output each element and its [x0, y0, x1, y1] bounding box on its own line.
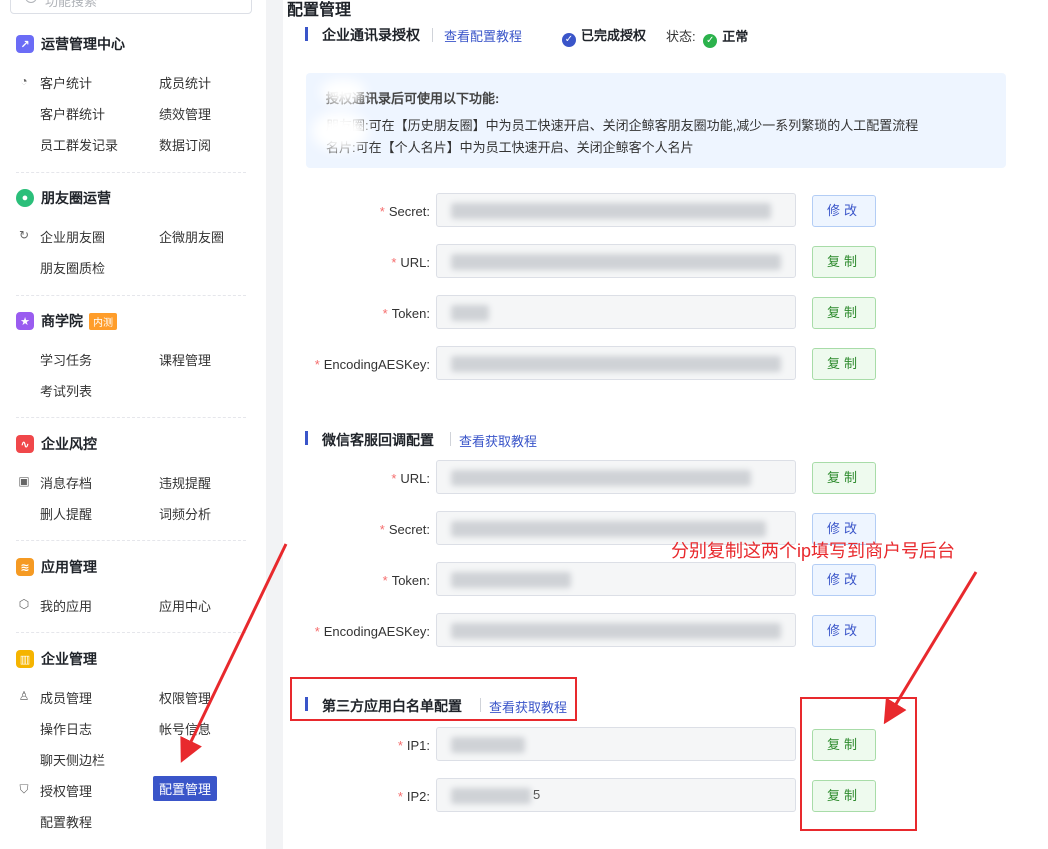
arrow-to-config-mgmt	[180, 543, 288, 763]
page: 功能搜索 ↗ 运营管理中心 ◔ 客户统计 成员统计 客户群统计 绩效管理 员工群…	[0, 0, 1048, 849]
annotation-arrows	[180, 543, 978, 763]
arrow-to-copy-buttons	[883, 571, 978, 725]
